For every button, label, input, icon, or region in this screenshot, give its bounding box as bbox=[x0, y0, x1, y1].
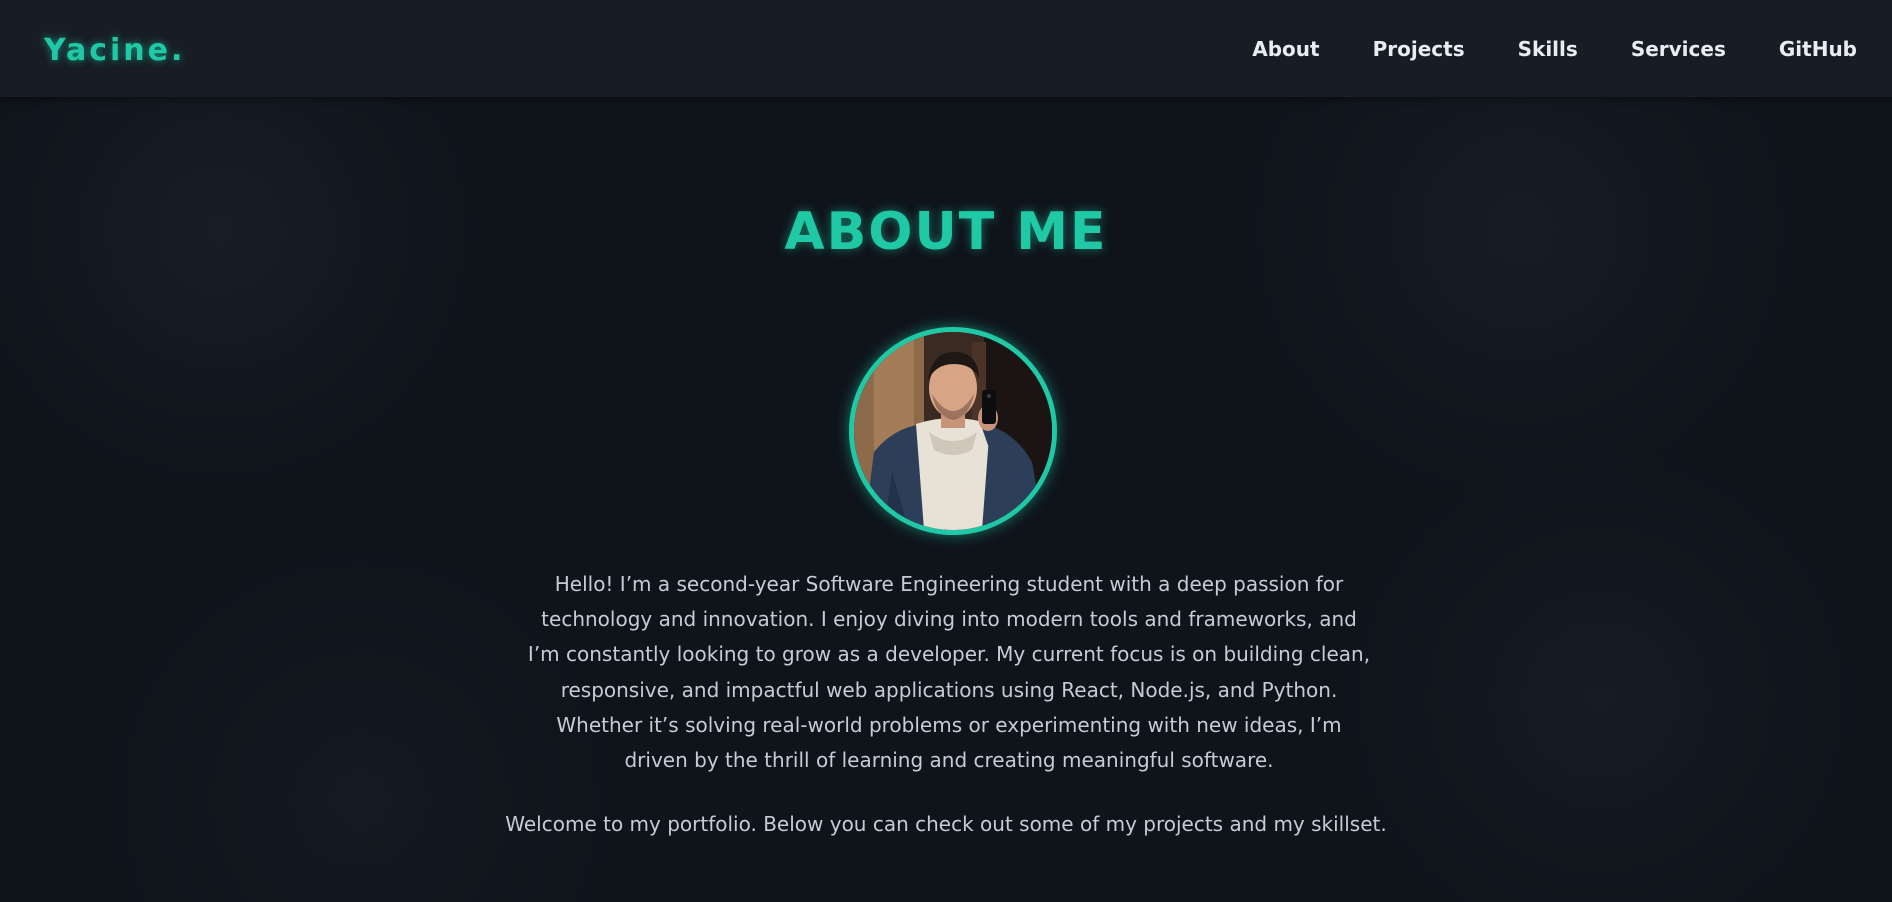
nav-link-projects[interactable]: Projects bbox=[1373, 37, 1465, 61]
nav-links: About Projects Skills Services GitHub bbox=[1252, 37, 1857, 61]
navbar: Yacine. About Projects Skills Services G… bbox=[0, 0, 1892, 97]
section-title: ABOUT ME bbox=[784, 202, 1108, 262]
nav-link-services[interactable]: Services bbox=[1631, 37, 1726, 61]
profile-photo-icon bbox=[854, 332, 1052, 530]
nav-link-skills[interactable]: Skills bbox=[1518, 37, 1578, 61]
logo-link[interactable]: Yacine. bbox=[44, 33, 185, 68]
avatar bbox=[849, 327, 1057, 535]
welcome-text: Welcome to my portfolio. Below you can c… bbox=[505, 812, 1387, 836]
bio-paragraph: Hello! I’m a second-year Software Engine… bbox=[527, 572, 1371, 773]
page: Yacine. About Projects Skills Services G… bbox=[0, 0, 1892, 902]
nav-link-about[interactable]: About bbox=[1252, 37, 1319, 61]
nav-link-github[interactable]: GitHub bbox=[1779, 37, 1857, 61]
